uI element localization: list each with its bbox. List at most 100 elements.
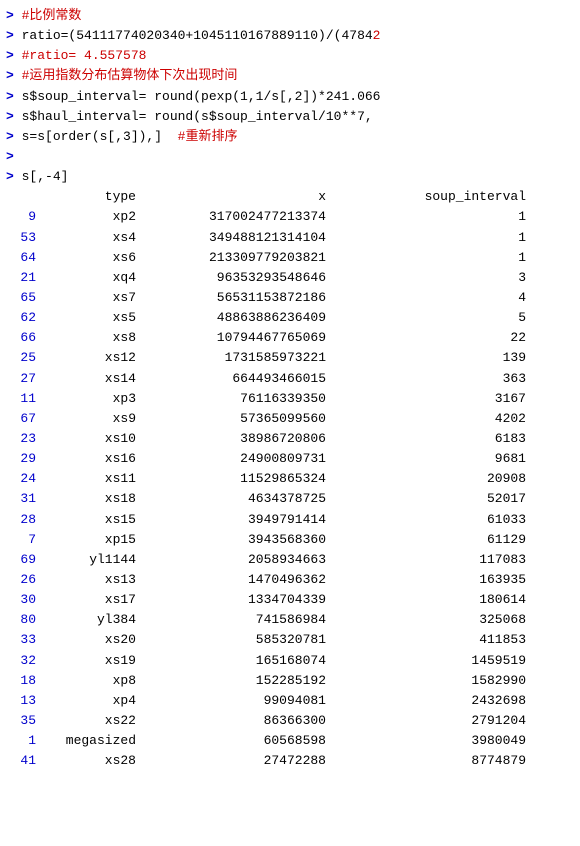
cell-type: xs8 bbox=[36, 328, 136, 348]
cell-rownum: 31 bbox=[6, 489, 36, 509]
code-line-2: > ratio=(54111774020340+1045110167889110… bbox=[0, 26, 580, 46]
table-row: 1megasized605685983980049 bbox=[6, 731, 574, 751]
table-row: 7xp15394356836061129 bbox=[6, 530, 574, 550]
cell-type: xq4 bbox=[36, 268, 136, 288]
table-row: 69yl11442058934663117083 bbox=[6, 550, 574, 570]
table-row: 27xs14664493466015363 bbox=[6, 369, 574, 389]
cell-type: xp3 bbox=[36, 389, 136, 409]
cell-rownum: 69 bbox=[6, 550, 36, 570]
prompt-8: > bbox=[6, 147, 14, 167]
table-row: 67xs9573650995604202 bbox=[6, 409, 574, 429]
cell-x: 56531153872186 bbox=[136, 288, 326, 308]
cell-rownum: 62 bbox=[6, 308, 36, 328]
cell-soup: 8774879 bbox=[326, 751, 526, 771]
cell-rownum: 32 bbox=[6, 651, 36, 671]
code-line-1: > #比例常数 bbox=[0, 6, 580, 26]
cell-x: 99094081 bbox=[136, 691, 326, 711]
table-row: 41xs28274722888774879 bbox=[6, 751, 574, 771]
cell-soup: 22 bbox=[326, 328, 526, 348]
cell-rownum: 35 bbox=[6, 711, 36, 731]
cell-soup: 61129 bbox=[326, 530, 526, 550]
cell-type: yl384 bbox=[36, 610, 136, 630]
table-row: 26xs131470496362163935 bbox=[6, 570, 574, 590]
cell-soup: 3980049 bbox=[326, 731, 526, 751]
table-row: 65xs7565311538721864 bbox=[6, 288, 574, 308]
cell-soup: 4 bbox=[326, 288, 526, 308]
table-row: 53xs43494881213141041 bbox=[6, 228, 574, 248]
cell-soup: 5 bbox=[326, 308, 526, 328]
cell-rownum: 18 bbox=[6, 671, 36, 691]
cell-x: 1731585973221 bbox=[136, 348, 326, 368]
cell-type: xp2 bbox=[36, 207, 136, 227]
cell-type: xp4 bbox=[36, 691, 136, 711]
cell-rownum: 41 bbox=[6, 751, 36, 771]
cell-soup: 363 bbox=[326, 369, 526, 389]
cell-rownum: 13 bbox=[6, 691, 36, 711]
cell-type: xs5 bbox=[36, 308, 136, 328]
cell-soup: 3167 bbox=[326, 389, 526, 409]
cell-x: 48863886236409 bbox=[136, 308, 326, 328]
cell-x: 10794467765069 bbox=[136, 328, 326, 348]
cell-rownum: 66 bbox=[6, 328, 36, 348]
table-row: 28xs15394979141461033 bbox=[6, 510, 574, 530]
cell-type: xs19 bbox=[36, 651, 136, 671]
cell-rownum: 53 bbox=[6, 228, 36, 248]
cell-soup: 1 bbox=[326, 228, 526, 248]
cell-soup: 2432698 bbox=[326, 691, 526, 711]
cell-rownum: 28 bbox=[6, 510, 36, 530]
prompt-3: > bbox=[6, 46, 22, 66]
cell-soup: 3 bbox=[326, 268, 526, 288]
cell-x: 57365099560 bbox=[136, 409, 326, 429]
cell-x: 86366300 bbox=[136, 711, 326, 731]
cell-x: 11529865324 bbox=[136, 469, 326, 489]
data-table: type x soup_interval 9xp2317002477213374… bbox=[0, 187, 580, 771]
comment-4: #运用指数分布估算物体下次出现时间 bbox=[22, 66, 238, 86]
cell-x: 1334704339 bbox=[136, 590, 326, 610]
code-line-5: > s$soup_interval= round(pexp(1,1/s[,2])… bbox=[0, 87, 580, 107]
cell-type: xs17 bbox=[36, 590, 136, 610]
cell-rownum: 9 bbox=[6, 207, 36, 227]
cell-soup: 52017 bbox=[326, 489, 526, 509]
cell-type: xs14 bbox=[36, 369, 136, 389]
cell-rownum: 24 bbox=[6, 469, 36, 489]
table-row: 30xs171334704339180614 bbox=[6, 590, 574, 610]
table-row: 29xs16249008097319681 bbox=[6, 449, 574, 469]
cell-x: 3943568360 bbox=[136, 530, 326, 550]
cell-type: yl1144 bbox=[36, 550, 136, 570]
cell-soup: 1 bbox=[326, 248, 526, 268]
code-line-8: > bbox=[0, 147, 580, 167]
cell-rownum: 29 bbox=[6, 449, 36, 469]
table-row: 31xs18463437872552017 bbox=[6, 489, 574, 509]
cell-rownum: 27 bbox=[6, 369, 36, 389]
prompt-2: > bbox=[6, 26, 22, 46]
code-line-4: > #运用指数分布估算物体下次出现时间 bbox=[0, 66, 580, 86]
cell-type: xs13 bbox=[36, 570, 136, 590]
cell-x: 152285192 bbox=[136, 671, 326, 691]
table-row: 25xs121731585973221139 bbox=[6, 348, 574, 368]
cell-soup: 411853 bbox=[326, 630, 526, 650]
cell-type: xs6 bbox=[36, 248, 136, 268]
cell-soup: 1582990 bbox=[326, 671, 526, 691]
cell-x: 585320781 bbox=[136, 630, 326, 650]
cell-x: 24900809731 bbox=[136, 449, 326, 469]
prompt-5: > bbox=[6, 87, 22, 107]
table-row: 62xs5488638862364095 bbox=[6, 308, 574, 328]
table-row: 21xq4963532935486463 bbox=[6, 268, 574, 288]
cell-soup: 117083 bbox=[326, 550, 526, 570]
cell-x: 96353293548646 bbox=[136, 268, 326, 288]
table-body: 9xp2317002477213374153xs4349488121314104… bbox=[6, 207, 574, 771]
prompt-6: > bbox=[6, 107, 22, 127]
table-row: 32xs191651680741459519 bbox=[6, 651, 574, 671]
cell-x: 60568598 bbox=[136, 731, 326, 751]
header-rownum bbox=[6, 187, 36, 207]
cell-type: xp8 bbox=[36, 671, 136, 691]
cell-type: xs10 bbox=[36, 429, 136, 449]
cell-soup: 9681 bbox=[326, 449, 526, 469]
cell-x: 3949791414 bbox=[136, 510, 326, 530]
cell-type: xs4 bbox=[36, 228, 136, 248]
cell-rownum: 25 bbox=[6, 348, 36, 368]
table-row: 35xs22863663002791204 bbox=[6, 711, 574, 731]
cell-x: 27472288 bbox=[136, 751, 326, 771]
cell-x: 1470496362 bbox=[136, 570, 326, 590]
table-row: 66xs81079446776506922 bbox=[6, 328, 574, 348]
